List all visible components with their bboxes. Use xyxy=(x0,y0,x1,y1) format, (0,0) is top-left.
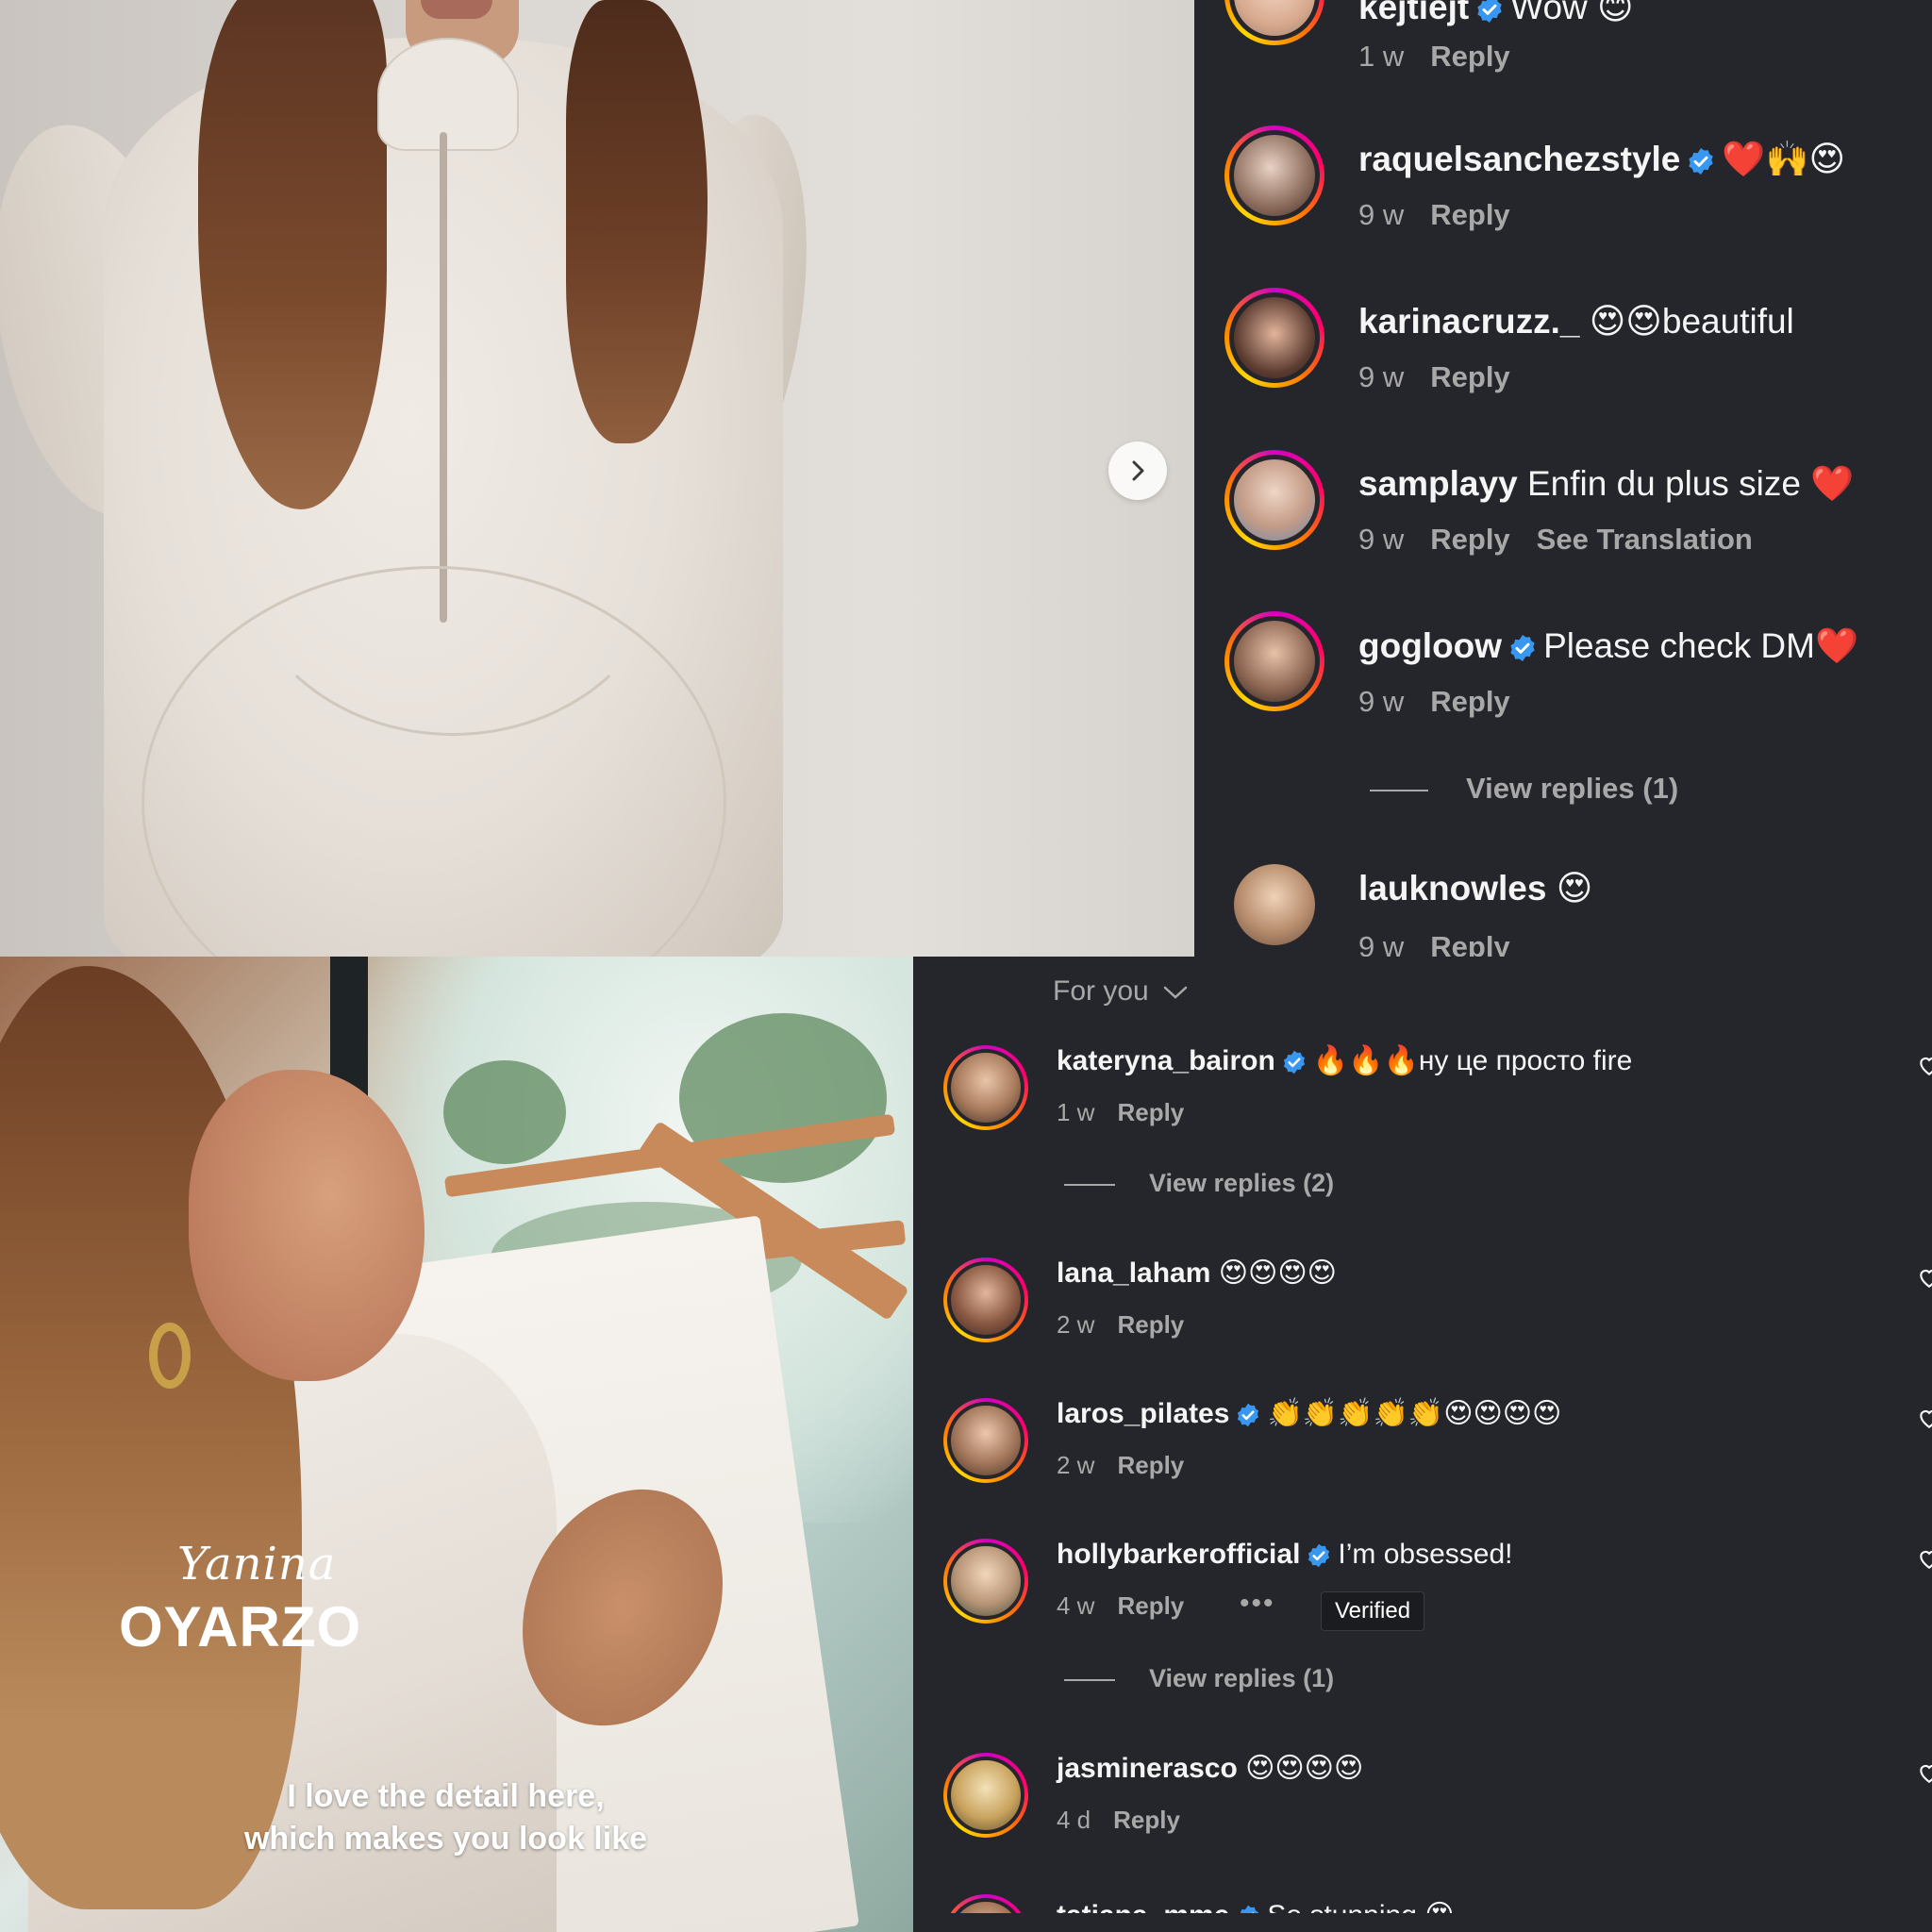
see-translation-button[interactable]: See Translation xyxy=(1537,523,1753,556)
comment-text: 😍 xyxy=(1556,869,1593,908)
view-replies-button[interactable]: View replies (1) xyxy=(1370,772,1678,806)
photo-lips xyxy=(421,0,492,19)
verified-badge-icon xyxy=(1477,0,1502,24)
avatar[interactable] xyxy=(943,1539,1028,1624)
comment-text: Please check DM❤️ xyxy=(1543,626,1859,665)
avatar[interactable] xyxy=(943,1398,1028,1483)
comment-time: 1 w xyxy=(1057,1098,1095,1126)
comment-text: 😍😍😍😍 xyxy=(1218,1257,1337,1289)
comment-text: ❤️🙌😍 xyxy=(1722,140,1846,178)
comment-username[interactable]: karinacruzz._ xyxy=(1358,302,1579,341)
comment-time: 9 w xyxy=(1358,360,1405,393)
video-palm xyxy=(443,1060,566,1164)
comment-time: 2 w xyxy=(1057,1310,1095,1339)
comment-username[interactable]: gogloow xyxy=(1358,626,1502,665)
comment-time: 1 w xyxy=(1358,40,1405,73)
next-image-button[interactable] xyxy=(1108,441,1167,500)
comment-time: 9 w xyxy=(1358,198,1405,231)
photo-collar xyxy=(377,38,519,151)
reply-button[interactable]: Reply xyxy=(1430,523,1509,556)
comment-username[interactable]: jasminerasco xyxy=(1057,1753,1238,1784)
chevron-right-icon xyxy=(1132,460,1144,481)
view-replies-label: View replies (1) xyxy=(1466,772,1679,805)
replies-divider xyxy=(1064,1183,1115,1186)
comment-username[interactable]: kejtiejt xyxy=(1358,0,1469,26)
panel-bottom-mask xyxy=(913,1913,1932,1932)
comment-username[interactable]: kateryna_bairon xyxy=(1057,1045,1275,1076)
replies-divider xyxy=(1064,1678,1115,1681)
comment-text: 👏👏👏👏👏😍😍😍😍 xyxy=(1267,1398,1562,1429)
comment-text: 🔥🔥🔥ну це просто fire xyxy=(1312,1045,1633,1076)
reply-button[interactable]: Reply xyxy=(1113,1806,1180,1834)
top-comments-panel: kejtiejt Wow 😊 1 w Reply raquelsanchezstyl… xyxy=(1194,0,1932,957)
video-earring xyxy=(149,1323,191,1389)
brand-name-text: OYARZO xyxy=(119,1595,362,1658)
avatar[interactable] xyxy=(943,1257,1028,1342)
heart-icon[interactable] xyxy=(1917,1053,1932,1077)
sort-label: For you xyxy=(1053,975,1149,1007)
verified-badge-icon xyxy=(1238,1403,1259,1427)
view-replies-button[interactable]: View replies (2) xyxy=(1064,1169,1334,1198)
comment-time: 9 w xyxy=(1358,523,1405,556)
reply-button[interactable]: Reply xyxy=(1117,1451,1184,1479)
view-replies-label: View replies (1) xyxy=(1149,1664,1335,1692)
comment-username[interactable]: lana_laham xyxy=(1057,1257,1210,1289)
more-options-button[interactable]: ••• xyxy=(1240,1588,1275,1620)
heart-icon[interactable] xyxy=(1917,1760,1932,1785)
comment-time: 4 d xyxy=(1057,1806,1091,1834)
top-post-photo xyxy=(0,0,1194,957)
comment-time: 2 w xyxy=(1057,1451,1095,1479)
verified-badge-icon xyxy=(1308,1543,1330,1568)
verified-badge-icon xyxy=(1283,1050,1305,1074)
avatar[interactable] xyxy=(943,1045,1028,1130)
verified-tooltip: Verified xyxy=(1321,1591,1425,1631)
reply-button[interactable]: Reply xyxy=(1430,930,1509,957)
comment-username[interactable]: raquelsanchezstyle xyxy=(1358,140,1680,178)
comment-username[interactable]: hollybarkerofficial xyxy=(1057,1539,1300,1570)
bottom-comments-panel: For you kateryna_bairon 🔥🔥🔥ну це просто f… xyxy=(913,957,1932,1932)
avatar[interactable] xyxy=(1224,288,1324,388)
sort-dropdown[interactable]: For you xyxy=(1053,975,1189,1008)
comment-username[interactable]: lauknowles xyxy=(1358,869,1546,908)
avatar[interactable] xyxy=(943,1753,1028,1838)
chevron-down-icon xyxy=(1163,986,1188,999)
view-replies-button[interactable]: View replies (1) xyxy=(1064,1664,1334,1693)
replies-divider xyxy=(1370,789,1428,791)
caption-line: which makes you look like xyxy=(243,1821,648,1857)
avatar[interactable] xyxy=(1224,611,1324,711)
brand-script-text: Yanina xyxy=(177,1538,337,1591)
view-replies-label: View replies (2) xyxy=(1149,1169,1335,1197)
video-caption: I love the detail here, which makes you … xyxy=(0,1775,891,1860)
verified-badge-icon xyxy=(1510,635,1535,662)
comment-username[interactable]: laros_pilates xyxy=(1057,1398,1229,1429)
comment-text: 😍😍😍😍 xyxy=(1245,1753,1364,1784)
reply-button[interactable]: Reply xyxy=(1430,685,1509,718)
comment-text: Enfin du plus size ❤️ xyxy=(1526,464,1855,503)
avatar[interactable] xyxy=(1234,864,1315,945)
caption-line: I love the detail here, xyxy=(287,1778,605,1814)
comment-text: 😍😍beautiful xyxy=(1589,302,1794,341)
heart-icon[interactable] xyxy=(1917,1546,1932,1571)
reply-button[interactable]: Reply xyxy=(1117,1098,1184,1126)
comment-time: 9 w xyxy=(1358,685,1405,718)
avatar[interactable] xyxy=(1224,0,1324,45)
reply-button[interactable]: Reply xyxy=(1430,360,1509,393)
heart-icon[interactable] xyxy=(1917,1265,1932,1290)
comment-text: I’m obsessed! xyxy=(1338,1539,1513,1570)
reply-button[interactable]: Reply xyxy=(1117,1310,1184,1339)
comment-username[interactable]: samplayy xyxy=(1358,464,1518,503)
comment-time: 4 w xyxy=(1057,1591,1095,1620)
reply-button[interactable]: Reply xyxy=(1430,198,1509,231)
avatar[interactable] xyxy=(1224,125,1324,225)
verified-badge-icon xyxy=(1689,148,1714,175)
reply-button[interactable]: Reply xyxy=(1117,1591,1184,1620)
heart-icon[interactable] xyxy=(1917,1406,1932,1430)
avatar[interactable] xyxy=(1224,450,1324,550)
comment-text: Wow 😊 xyxy=(1510,0,1634,26)
comment-time: 9 w xyxy=(1358,930,1405,957)
reply-button[interactable]: Reply xyxy=(1430,40,1509,73)
